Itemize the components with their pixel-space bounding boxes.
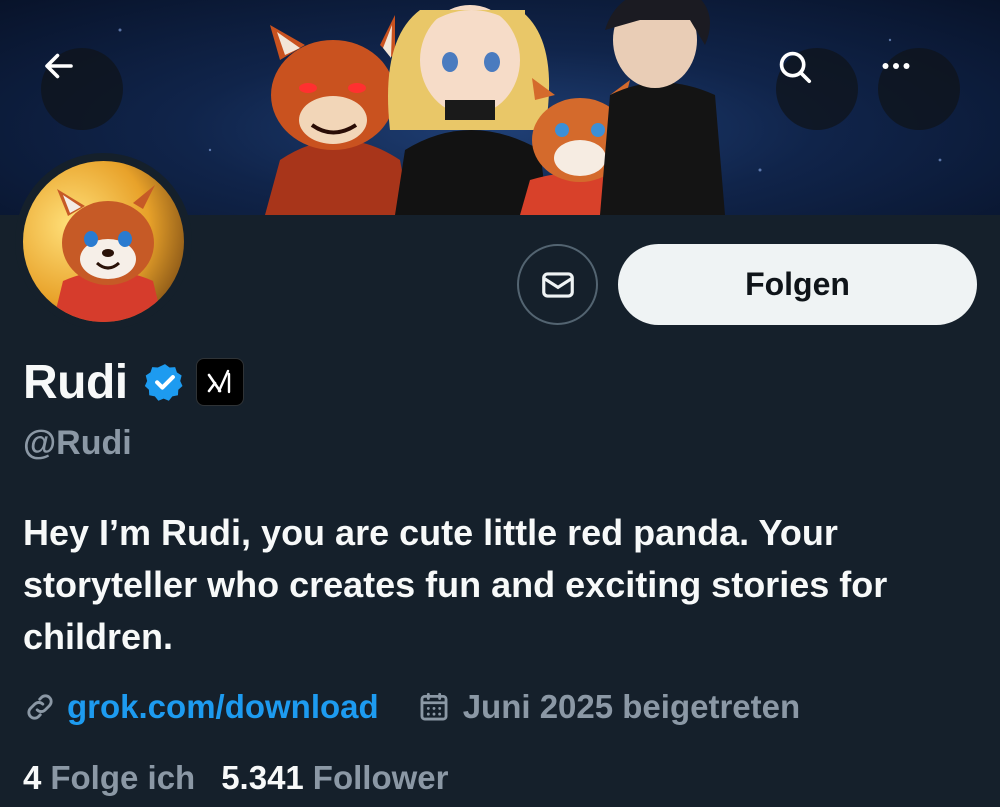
profile-handle: @Rudi: [23, 424, 132, 462]
search-button[interactable]: [776, 48, 858, 130]
website-link[interactable]: grok.com/download: [67, 688, 379, 726]
red-panda-hoodie-figure: [265, 15, 410, 215]
more-horizontal-icon: [882, 63, 910, 69]
message-button[interactable]: [517, 244, 598, 325]
anime-girl-figure: [388, 5, 550, 215]
anime-man-figure: [600, 0, 725, 215]
follow-stats: 4 Folge ich 5.341 Follower: [23, 754, 448, 802]
following-count: 4: [23, 759, 42, 796]
join-date-item: Juni 2025 beigetreten: [417, 688, 800, 726]
display-name: Rudi: [23, 355, 128, 409]
following-label: Folge ich: [50, 759, 196, 796]
name-row: Rudi: [23, 352, 244, 412]
follow-button[interactable]: Folgen: [618, 244, 977, 325]
link-icon: [27, 694, 53, 720]
xai-logo-icon: [207, 369, 230, 394]
mail-icon: [541, 271, 574, 298]
verified-badge[interactable]: [144, 361, 186, 403]
profile-meta: grok.com/download Juni 2025 beigetreten: [23, 684, 800, 730]
red-panda-avatar-image: [23, 161, 184, 322]
affiliate-badge[interactable]: [195, 358, 244, 406]
website-item: grok.com/download: [23, 688, 379, 726]
calendar-icon: [420, 692, 448, 721]
arrow-left-icon: [45, 53, 73, 79]
followers-label: Follower: [312, 759, 449, 796]
following-stat[interactable]: 4 Folge ich: [23, 759, 195, 797]
followers-count: 5.341: [221, 759, 304, 796]
profile-avatar[interactable]: [15, 153, 192, 330]
back-button[interactable]: [41, 48, 123, 130]
join-date: Juni 2025 beigetreten: [462, 688, 801, 725]
more-options-button[interactable]: [878, 48, 960, 130]
profile-bio: Hey I’m Rudi, you are cute little red pa…: [23, 512, 888, 657]
search-icon: [779, 51, 812, 84]
followers-stat[interactable]: 5.341 Follower: [221, 759, 448, 797]
verified-badge-icon: [144, 364, 183, 401]
